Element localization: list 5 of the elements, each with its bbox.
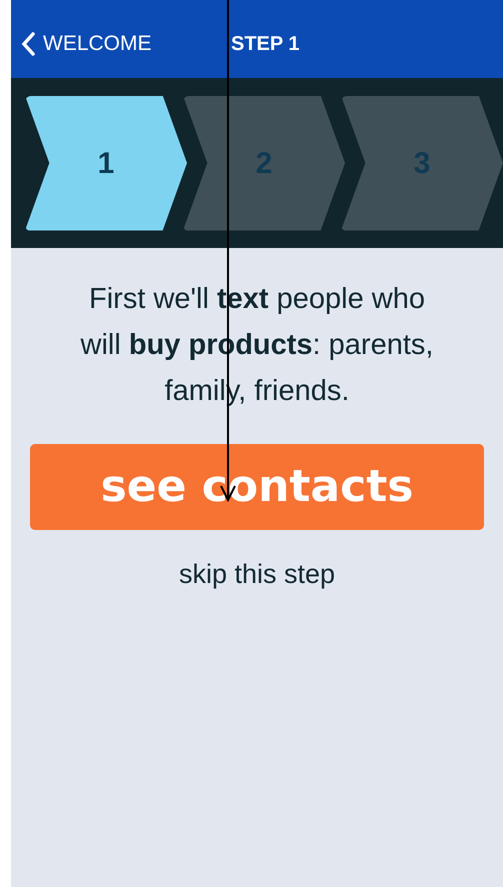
screen-title: STEP 1 [231, 32, 300, 57]
step-chevron: 1 [25, 96, 187, 230]
chevron-left-icon [21, 32, 35, 56]
back-button[interactable]: WELCOME [11, 28, 152, 60]
skip-link[interactable]: skip this step [178, 554, 336, 594]
